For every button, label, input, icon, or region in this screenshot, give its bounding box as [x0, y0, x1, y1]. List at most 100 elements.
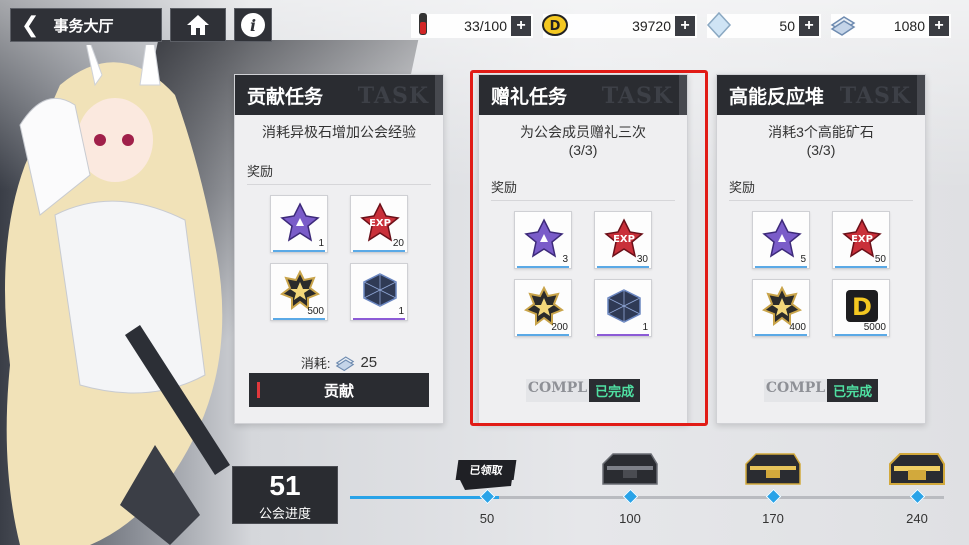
rarity-bar	[597, 334, 649, 336]
resource-voucher: 1080 +	[830, 14, 951, 38]
rarity-bar	[835, 334, 887, 336]
resource-coin: D 39720 +	[542, 14, 697, 38]
reward-item[interactable]: 1	[270, 195, 328, 253]
guild-progress-value: 51	[269, 470, 301, 501]
card-title: 贡献任务	[247, 86, 324, 108]
cost-row: 消耗: 25	[235, 353, 443, 372]
chest-170-icon[interactable]	[742, 448, 804, 488]
add-voucher-button[interactable]: +	[929, 16, 949, 36]
card-description: 消耗3个高能矿石 (3/3)	[717, 123, 925, 159]
resource-value: 50	[779, 18, 795, 34]
add-coin-button[interactable]: +	[675, 16, 695, 36]
rarity-bar	[597, 266, 649, 268]
reward-item[interactable]: 1	[350, 263, 408, 321]
header-stripe	[435, 75, 443, 115]
reward-grid: 1 EXP 20 500 1	[235, 195, 443, 321]
reward-qty: 20	[392, 238, 404, 249]
back-button[interactable]: ❮ 事务大厅	[10, 8, 162, 42]
exp-star-icon: EXP	[842, 218, 882, 258]
info-button[interactable]: i	[234, 8, 272, 42]
card-desc-line1: 消耗异极石增加公会经验	[262, 124, 416, 140]
d-coin-icon: D	[542, 14, 568, 36]
reward-item[interactable]: EXP 20	[350, 195, 408, 253]
add-crystal-button[interactable]: +	[799, 16, 819, 36]
gift-task-card: 赠礼任务 TASK 为公会成员赠礼三次 (3/3) 奖励 3 EXP 30 20…	[478, 74, 688, 424]
add-stamina-button[interactable]: +	[511, 16, 531, 36]
contribution-task-card: 贡献任务 TASK 消耗异极石增加公会经验 奖励 1 EXP 20 500 1	[234, 74, 444, 424]
voucher-icon	[336, 355, 355, 371]
dark-cube-icon	[363, 273, 397, 307]
reward-item[interactable]: 3	[514, 211, 572, 269]
completed-badge: COMPL 已完成	[717, 379, 925, 402]
card-description: 消耗异极石增加公会经验	[235, 123, 443, 141]
reward-item[interactable]: 5	[752, 211, 810, 269]
completed-text-en: COMPL	[763, 379, 828, 402]
rarity-bar	[755, 266, 807, 268]
card-header: 高能反应堆 TASK	[717, 75, 925, 115]
reward-item[interactable]: EXP 50	[832, 211, 890, 269]
card-desc-line1: 为公会成员赠礼三次	[520, 124, 646, 140]
red-vial-icon	[419, 13, 427, 35]
card-header: 赠礼任务 TASK	[479, 75, 687, 115]
card-desc-line1: 消耗3个高能矿石	[768, 124, 874, 140]
gold-star-icon	[280, 270, 320, 310]
progress-fill	[350, 496, 499, 499]
reward-qty: 30	[636, 254, 648, 265]
guild-progress-box: 51 公会进度	[232, 466, 338, 524]
reward-item[interactable]: EXP 30	[594, 211, 652, 269]
card-description: 为公会成员赠礼三次 (3/3)	[479, 123, 687, 159]
rarity-bar	[273, 318, 325, 320]
dark-cube-icon	[607, 289, 641, 323]
reward-qty: 500	[307, 306, 324, 317]
svg-text:EXP: EXP	[613, 234, 635, 245]
reward-grid: 3 EXP 30 200 1	[479, 211, 687, 337]
reward-label: 奖励	[247, 157, 431, 185]
reward-qty: 400	[789, 322, 806, 333]
chest-100-icon[interactable]	[599, 448, 661, 488]
home-button[interactable]	[170, 8, 226, 42]
reward-item[interactable]: 500	[270, 263, 328, 321]
crystal-icon	[706, 11, 732, 39]
reactor-task-card: 高能反应堆 TASK 消耗3个高能矿石 (3/3) 奖励 5 EXP 50 40…	[716, 74, 926, 424]
card-watermark: TASK	[601, 83, 673, 109]
reward-item[interactable]: 200	[514, 279, 572, 337]
contribute-button-label: 贡献	[323, 382, 354, 400]
svg-text:D: D	[550, 19, 561, 34]
reward-item[interactable]: 1	[594, 279, 652, 337]
reward-qty: 50	[874, 254, 886, 265]
page-title: 事务大厅	[53, 17, 114, 35]
cost-label: 消耗:	[300, 356, 331, 371]
purple-star-icon	[280, 202, 320, 242]
reward-qty: 200	[551, 322, 568, 333]
milestone-label: 240	[906, 511, 928, 526]
reward-item[interactable]: 400	[752, 279, 810, 337]
info-icon: i	[241, 13, 265, 37]
completed-badge: COMPL 已完成	[479, 379, 687, 402]
reward-qty: 1	[642, 322, 648, 333]
resource-bar: 33/100 + D 39720 + 50 + 1080 +	[411, 11, 951, 39]
claimed-tag: 已领取	[455, 460, 517, 480]
rarity-bar	[517, 266, 569, 268]
chest-240-icon[interactable]	[886, 448, 948, 488]
reward-qty: 3	[562, 254, 568, 265]
reward-qty: 5	[800, 254, 806, 265]
purple-star-icon	[524, 218, 564, 258]
svg-text:EXP: EXP	[851, 234, 873, 245]
reward-grid: 5 EXP 50 400 D 5000	[717, 211, 925, 337]
exp-star-icon: EXP	[360, 202, 400, 242]
card-watermark: TASK	[839, 83, 911, 109]
milestone-label: 170	[762, 511, 784, 526]
chevron-left-icon: ❮	[21, 12, 40, 37]
progress-track	[350, 496, 944, 499]
card-desc-line2: (3/3)	[568, 142, 598, 158]
rarity-bar	[273, 250, 325, 252]
purple-star-icon	[762, 218, 802, 258]
card-title: 赠礼任务	[491, 86, 568, 108]
gold-star-icon	[762, 286, 802, 326]
rarity-bar	[755, 334, 807, 336]
resource-stamina: 33/100 +	[411, 13, 533, 38]
reward-item[interactable]: D 5000	[832, 279, 890, 337]
reward-qty: 1	[398, 306, 404, 317]
contribute-button[interactable]: 贡献	[249, 373, 429, 407]
completed-text-cn: 已完成	[589, 379, 641, 402]
